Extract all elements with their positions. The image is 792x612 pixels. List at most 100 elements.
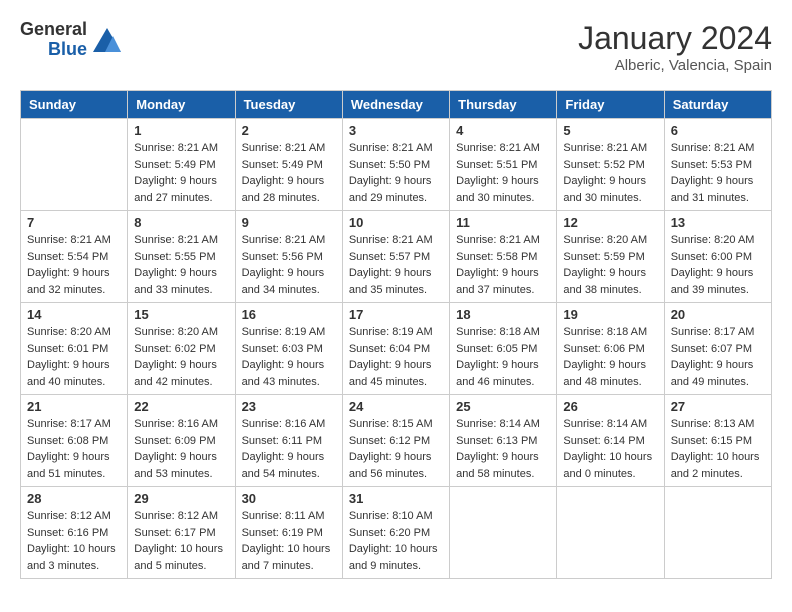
cell-content: Sunrise: 8:15 AMSunset: 6:12 PMDaylight:… [349, 416, 443, 482]
cell-content: Sunrise: 8:21 AMSunset: 5:54 PMDaylight:… [27, 232, 121, 298]
calendar-cell: 1 Sunrise: 8:21 AMSunset: 5:49 PMDaylight… [128, 119, 235, 211]
calendar-cell: 17Sunrise: 8:19 AMSunset: 6:04 PMDayligh… [342, 303, 449, 395]
cell-content: Sunrise: 8:21 AMSunset: 5:50 PMDaylight:… [349, 140, 443, 206]
calendar-cell: 28Sunrise: 8:12 AMSunset: 6:16 PMDayligh… [21, 487, 128, 579]
day-number: 17 [349, 307, 443, 322]
cell-content: Sunrise: 8:20 AMSunset: 6:01 PMDaylight:… [27, 324, 121, 390]
calendar-table: SundayMondayTuesdayWednesdayThursdayFrid… [20, 90, 772, 579]
weekday-header-friday: Friday [557, 91, 664, 119]
weekday-header-monday: Monday [128, 91, 235, 119]
calendar-cell: 18 Sunrise: 8:18 AMSunset: 6:05 PMDayligh… [450, 303, 557, 395]
day-number: 23 [242, 399, 336, 414]
cell-content: Sunrise: 8:18 AMSunset: 6:06 PMDaylight:… [563, 324, 657, 390]
calendar-cell: 21 Sunrise: 8:17 AMSunset: 6:08 PMDayligh… [21, 395, 128, 487]
cell-content: Sunrise: 8:20 AMSunset: 6:00 PMDaylight:… [671, 232, 765, 298]
cell-content: Sunrise: 8:18 AMSunset: 6:05 PMDaylight:… [456, 324, 550, 390]
calendar-cell [664, 487, 771, 579]
day-number: 2 [242, 123, 336, 138]
calendar-cell: 10 Sunrise: 8:21 AMSunset: 5:57 PMDayligh… [342, 211, 449, 303]
cell-content: Sunrise: 8:11 AMSunset: 6:19 PMDaylight:… [242, 508, 336, 574]
day-number: 7 [27, 215, 121, 230]
cell-content: Sunrise: 8:21 AMSunset: 5:49 PMDaylight:… [134, 140, 228, 206]
cell-content: Sunrise: 8:16 AMSunset: 6:11 PMDaylight:… [242, 416, 336, 482]
cell-content: Sunrise: 8:19 AMSunset: 6:03 PMDaylight:… [242, 324, 336, 390]
calendar-cell: 15Sunrise: 8:20 AMSunset: 6:02 PMDayligh… [128, 303, 235, 395]
day-number: 19 [563, 307, 657, 322]
day-number: 13 [671, 215, 765, 230]
calendar-cell: 26 Sunrise: 8:14 AMSunset: 6:14 PMDayligh… [557, 395, 664, 487]
day-number: 3 [349, 123, 443, 138]
cell-content: Sunrise: 8:13 AMSunset: 6:15 PMDaylight:… [671, 416, 765, 482]
calendar-cell: 31 Sunrise: 8:10 AMSunset: 6:20 PMDayligh… [342, 487, 449, 579]
day-number: 5 [563, 123, 657, 138]
day-number: 20 [671, 307, 765, 322]
day-number: 10 [349, 215, 443, 230]
calendar-cell: 8 Sunrise: 8:21 AMSunset: 5:55 PMDaylight… [128, 211, 235, 303]
calendar-cell: 12Sunrise: 8:20 AMSunset: 5:59 PMDayligh… [557, 211, 664, 303]
day-number: 30 [242, 491, 336, 506]
weekday-header-thursday: Thursday [450, 91, 557, 119]
logo: General Blue [20, 20, 121, 60]
calendar-week-3: 14 Sunrise: 8:20 AMSunset: 6:01 PMDayligh… [21, 303, 772, 395]
calendar-cell: 20Sunrise: 8:17 AMSunset: 6:07 PMDayligh… [664, 303, 771, 395]
day-number: 15 [134, 307, 228, 322]
day-number: 8 [134, 215, 228, 230]
day-number: 21 [27, 399, 121, 414]
cell-content: Sunrise: 8:17 AMSunset: 6:08 PMDaylight:… [27, 416, 121, 482]
cell-content: Sunrise: 8:21 AMSunset: 5:53 PMDaylight:… [671, 140, 765, 206]
calendar-cell: 16 Sunrise: 8:19 AMSunset: 6:03 PMDayligh… [235, 303, 342, 395]
calendar-cell: 30 Sunrise: 8:11 AMSunset: 6:19 PMDayligh… [235, 487, 342, 579]
day-number: 14 [27, 307, 121, 322]
day-number: 31 [349, 491, 443, 506]
cell-content: Sunrise: 8:16 AMSunset: 6:09 PMDaylight:… [134, 416, 228, 482]
calendar-cell: 13 Sunrise: 8:20 AMSunset: 6:00 PMDayligh… [664, 211, 771, 303]
cell-content: Sunrise: 8:14 AMSunset: 6:13 PMDaylight:… [456, 416, 550, 482]
day-number: 26 [563, 399, 657, 414]
cell-content: Sunrise: 8:21 AMSunset: 5:57 PMDaylight:… [349, 232, 443, 298]
day-number: 16 [242, 307, 336, 322]
calendar-cell: 4Sunrise: 8:21 AMSunset: 5:51 PMDaylight… [450, 119, 557, 211]
calendar-cell: 29 Sunrise: 8:12 AMSunset: 6:17 PMDayligh… [128, 487, 235, 579]
day-number: 12 [563, 215, 657, 230]
cell-content: Sunrise: 8:21 AMSunset: 5:55 PMDaylight:… [134, 232, 228, 298]
location-title: Alberic, Valencia, Spain [578, 57, 772, 74]
weekday-header-sunday: Sunday [21, 91, 128, 119]
calendar-cell: 14 Sunrise: 8:20 AMSunset: 6:01 PMDayligh… [21, 303, 128, 395]
calendar-cell [557, 487, 664, 579]
day-number: 24 [349, 399, 443, 414]
weekday-header-tuesday: Tuesday [235, 91, 342, 119]
day-number: 9 [242, 215, 336, 230]
cell-content: Sunrise: 8:21 AMSunset: 5:58 PMDaylight:… [456, 232, 550, 298]
cell-content: Sunrise: 8:21 AMSunset: 5:52 PMDaylight:… [563, 140, 657, 206]
day-number: 27 [671, 399, 765, 414]
day-number: 29 [134, 491, 228, 506]
cell-content: Sunrise: 8:12 AMSunset: 6:17 PMDaylight:… [134, 508, 228, 574]
day-number: 4 [456, 123, 550, 138]
cell-content: Sunrise: 8:21 AMSunset: 5:56 PMDaylight:… [242, 232, 336, 298]
day-number: 25 [456, 399, 550, 414]
cell-content: Sunrise: 8:14 AMSunset: 6:14 PMDaylight:… [563, 416, 657, 482]
calendar-week-2: 7 Sunrise: 8:21 AMSunset: 5:54 PMDaylight… [21, 211, 772, 303]
calendar-cell: 25 Sunrise: 8:14 AMSunset: 6:13 PMDayligh… [450, 395, 557, 487]
calendar-cell: 27 Sunrise: 8:13 AMSunset: 6:15 PMDayligh… [664, 395, 771, 487]
weekday-header-wednesday: Wednesday [342, 91, 449, 119]
cell-content: Sunrise: 8:21 AMSunset: 5:49 PMDaylight:… [242, 140, 336, 206]
cell-content: Sunrise: 8:10 AMSunset: 6:20 PMDaylight:… [349, 508, 443, 574]
title-block: January 2024 Alberic, Valencia, Spain [578, 20, 772, 74]
calendar-header-row: SundayMondayTuesdayWednesdayThursdayFrid… [21, 91, 772, 119]
logo-blue: Blue [48, 40, 87, 60]
day-number: 1 [134, 123, 228, 138]
logo-general: General [20, 20, 87, 40]
calendar-cell: 6Sunrise: 8:21 AMSunset: 5:53 PMDaylight… [664, 119, 771, 211]
day-number: 28 [27, 491, 121, 506]
calendar-cell [21, 119, 128, 211]
calendar-week-5: 28Sunrise: 8:12 AMSunset: 6:16 PMDayligh… [21, 487, 772, 579]
calendar-cell [450, 487, 557, 579]
month-title: January 2024 [578, 20, 772, 57]
calendar-cell: 23 Sunrise: 8:16 AMSunset: 6:11 PMDayligh… [235, 395, 342, 487]
calendar-week-4: 21 Sunrise: 8:17 AMSunset: 6:08 PMDayligh… [21, 395, 772, 487]
day-number: 18 [456, 307, 550, 322]
weekday-header-saturday: Saturday [664, 91, 771, 119]
page-header: General Blue January 2024 Alberic, Valen… [20, 20, 772, 74]
calendar-cell: 22Sunrise: 8:16 AMSunset: 6:09 PMDayligh… [128, 395, 235, 487]
